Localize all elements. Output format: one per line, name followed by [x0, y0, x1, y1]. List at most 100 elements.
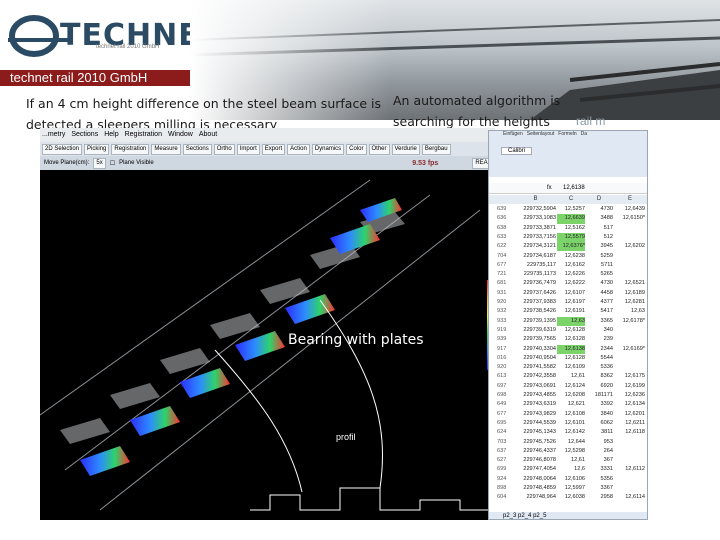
table-cell[interactable]: 229736,7479	[515, 279, 556, 288]
table-cell[interactable]: 920	[497, 363, 515, 372]
table-cell[interactable]: 12,6226	[557, 270, 585, 279]
table-cell[interactable]: 12,6106	[557, 475, 585, 484]
table-cell[interactable]: 12,63	[557, 316, 585, 326]
menu-item[interactable]: Window	[168, 128, 193, 142]
table-cell[interactable]: 622	[497, 242, 515, 251]
table-cell[interactable]: 613	[497, 372, 515, 381]
table-cell[interactable]: 12,6175	[615, 372, 645, 381]
toolbar-button[interactable]: Registration	[111, 143, 150, 155]
toolbar-button[interactable]: Color	[346, 143, 367, 155]
toolbar-button[interactable]: Measure	[151, 143, 181, 155]
table-cell[interactable]: 229743,9829	[515, 410, 556, 419]
table-cell[interactable]: 12,6124	[557, 382, 585, 391]
table-cell[interactable]: 695	[497, 419, 515, 428]
table-cell[interactable]: 229737,9383	[515, 298, 556, 307]
table-cell[interactable]: 5544	[585, 354, 613, 363]
table-cell[interactable]: 229743,4855	[515, 391, 556, 400]
table-cell[interactable]: 939	[497, 335, 515, 344]
table-cell[interactable]: 229745,7526	[515, 438, 556, 447]
menu-item[interactable]: ...metry	[42, 128, 65, 142]
table-cell[interactable]: 12,6118	[615, 428, 645, 437]
table-cell[interactable]: 229733,3871	[515, 224, 556, 233]
table-cell[interactable]: 229745,1343	[515, 428, 556, 437]
table-cell[interactable]: 639	[497, 205, 515, 214]
toolbar-button[interactable]: Bergbau	[421, 143, 451, 155]
table-cell[interactable]: 627	[497, 456, 515, 465]
table-cell[interactable]: 677	[497, 261, 515, 270]
sheet-tab[interactable]: p2_4	[518, 513, 531, 519]
table-cell[interactable]: 919	[497, 326, 515, 335]
table-cell[interactable]: 932	[497, 307, 515, 316]
table-cell[interactable]: 229742,3558	[515, 372, 556, 381]
ribbon-tab[interactable]: Da	[581, 131, 587, 139]
table-cell[interactable]: 229737,6426	[515, 289, 556, 298]
table-cell[interactable]: 633	[497, 233, 515, 242]
table-cell[interactable]: 624	[497, 428, 515, 437]
sheet-tab[interactable]: p2_3	[503, 513, 516, 519]
table-cell[interactable]: 4730	[585, 279, 613, 288]
toolbar-button[interactable]: Import	[236, 143, 260, 155]
table-cell[interactable]: 697	[497, 382, 515, 391]
table-cell[interactable]: 6062	[585, 419, 613, 428]
table-cell[interactable]: 681	[497, 279, 515, 288]
table-cell[interactable]: 5417	[585, 307, 613, 316]
table-cell[interactable]: 12,6439	[615, 205, 645, 214]
toolbar-button[interactable]: Action	[287, 143, 310, 155]
ribbon-tab[interactable]: Einfügen	[503, 131, 523, 139]
table-cell[interactable]: 229735,117	[515, 261, 556, 270]
table-cell[interactable]: 229733,1083	[515, 214, 556, 223]
table-cell[interactable]: 3488	[585, 214, 613, 223]
point-cloud-viewport[interactable]	[40, 170, 495, 520]
table-cell[interactable]: 512	[585, 233, 613, 242]
table-cell[interactable]: 12,6128	[557, 326, 585, 335]
toolbar-button[interactable]: Other	[368, 143, 390, 155]
table-cell[interactable]: 3840	[585, 410, 613, 419]
table-cell[interactable]: 016	[497, 354, 515, 363]
checkbox-icon[interactable]: ☐	[110, 160, 115, 167]
column-header[interactable]: D	[585, 195, 613, 204]
table-cell[interactable]: 4458	[585, 289, 613, 298]
table-cell[interactable]: 699	[497, 465, 515, 474]
table-cell[interactable]: 2344	[585, 345, 613, 354]
table-cell[interactable]: 12,6162	[557, 261, 585, 270]
table-cell[interactable]: 229743,6319	[515, 400, 556, 409]
table-cell[interactable]: 3811	[585, 428, 613, 437]
table-cell[interactable]: 229746,4337	[515, 447, 556, 456]
table-cell[interactable]: 604	[497, 493, 515, 502]
table-cell[interactable]: 3367	[585, 484, 613, 493]
table-cell[interactable]: 229748,0064	[515, 475, 556, 484]
table-cell[interactable]: 12,6	[557, 465, 585, 474]
table-cell[interactable]: 229748,964	[515, 493, 556, 502]
table-cell[interactable]: 229739,7565	[515, 335, 556, 344]
font-select[interactable]: Calibri	[501, 147, 533, 155]
table-cell[interactable]: 698	[497, 391, 515, 400]
toolbar-button[interactable]: Picking	[84, 143, 110, 155]
table-cell[interactable]: 704	[497, 252, 515, 261]
table-cell[interactable]: 4730	[585, 205, 613, 214]
table-cell[interactable]: 12,61	[557, 456, 585, 465]
table-cell[interactable]: 517	[585, 224, 613, 233]
table-cell[interactable]: 12,6134	[615, 400, 645, 409]
column-header[interactable]: E	[615, 195, 645, 204]
table-cell[interactable]: 12,6236	[615, 391, 645, 400]
table-cell[interactable]: 12,6189	[615, 289, 645, 298]
table-cell[interactable]: 12,63	[615, 307, 645, 316]
table-cell[interactable]: 2958	[585, 493, 613, 502]
table-cell[interactable]: 12,61	[557, 372, 585, 381]
table-cell[interactable]: 12,6208	[557, 391, 585, 400]
toolbar-button[interactable]: Ortho	[213, 143, 235, 155]
table-cell[interactable]: 12,6107	[557, 289, 585, 298]
table-cell[interactable]: 12,6238	[557, 252, 585, 261]
table-cell[interactable]: 12,6138	[557, 344, 585, 354]
column-header[interactable]: C	[557, 195, 585, 204]
ribbon-tab[interactable]: Seitenlayout	[527, 131, 555, 139]
table-cell[interactable]: 953	[585, 438, 613, 447]
table-cell[interactable]: 229748,4859	[515, 484, 556, 493]
table-cell[interactable]: 649	[497, 400, 515, 409]
table-cell[interactable]: 931	[497, 289, 515, 298]
table-cell[interactable]: 12,6128	[557, 354, 585, 363]
table-cell[interactable]: 5265	[585, 270, 613, 279]
table-cell[interactable]: 12,6109	[557, 363, 585, 372]
table-cell[interactable]: 637	[497, 447, 515, 456]
table-cell[interactable]: 3392	[585, 400, 613, 409]
